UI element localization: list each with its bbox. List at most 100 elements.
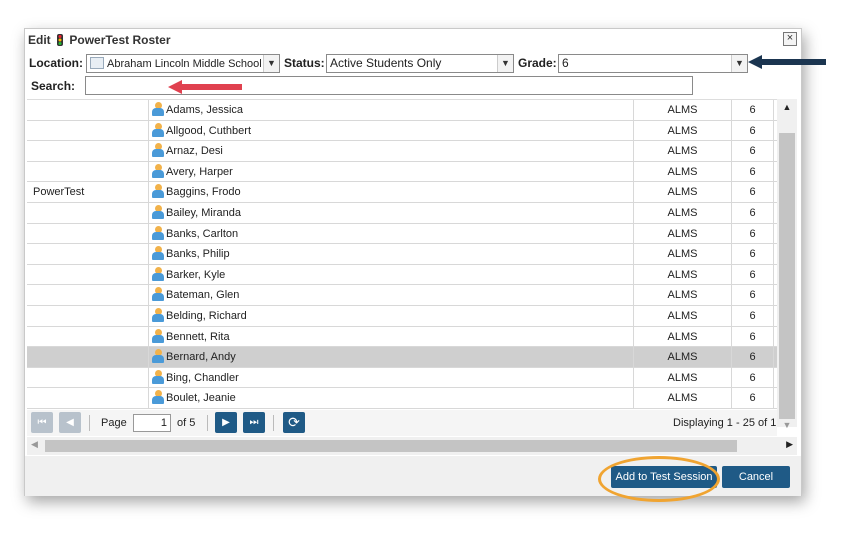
grade-label: Grade:	[518, 56, 557, 70]
school-cell: ALMS	[634, 306, 732, 326]
name-cell: Bateman, Glen	[149, 285, 634, 305]
table-row[interactable]: Barker, Kyle ALMS 6	[27, 264, 777, 286]
highlight-circle-annotation	[598, 456, 720, 502]
last-page-button[interactable]: ⏭	[243, 412, 265, 433]
status-value: Active Students Only	[330, 56, 442, 70]
table-row[interactable]: Boulet, Jeanie ALMS 6	[27, 388, 777, 409]
table-row[interactable]: Banks, Carlton ALMS 6	[27, 223, 777, 245]
close-button[interactable]: ×	[783, 32, 797, 46]
scroll-right-icon[interactable]: ▶	[786, 439, 793, 450]
person-icon	[152, 369, 164, 384]
pager-divider	[273, 415, 274, 431]
title-prefix: Edit	[28, 33, 51, 47]
table-row[interactable]: Avery, Harper ALMS 6	[27, 161, 777, 183]
table-row[interactable]: Banks, Philip ALMS 6	[27, 244, 777, 265]
scroll-up-icon[interactable]: ▲	[777, 99, 797, 115]
school-cell: ALMS	[634, 388, 732, 408]
grade-cell: 6	[732, 244, 774, 264]
school-cell: ALMS	[634, 285, 732, 305]
table-row[interactable]: Belding, Richard ALMS 6	[27, 306, 777, 327]
next-page-button[interactable]: ▶	[215, 412, 237, 433]
table-row[interactable]: Bailey, Miranda ALMS 6	[27, 203, 777, 224]
student-name: Bing, Chandler	[166, 371, 239, 384]
grade-cell: 6	[732, 285, 774, 305]
name-cell: Barker, Kyle	[149, 264, 634, 285]
group-cell	[27, 203, 149, 223]
student-name: Bailey, Miranda	[166, 207, 241, 219]
table-row[interactable]: Adams, Jessica ALMS 6	[27, 100, 777, 121]
school-image-icon	[90, 57, 104, 69]
person-icon	[152, 122, 164, 137]
scroll-thumb[interactable]	[779, 133, 795, 419]
student-name: Adams, Jessica	[166, 104, 244, 116]
group-cell	[27, 347, 149, 367]
school-cell: ALMS	[634, 223, 732, 244]
person-icon	[152, 225, 164, 240]
name-cell: Arnaz, Desi	[149, 141, 634, 161]
chevron-down-icon[interactable]: ▼	[263, 55, 279, 72]
grade-select[interactable]: 6 ▼	[558, 54, 748, 73]
refresh-button[interactable]: ⟳	[283, 412, 305, 433]
table-row[interactable]: Bing, Chandler ALMS 6	[27, 367, 777, 389]
name-cell: Boulet, Jeanie	[149, 388, 634, 408]
name-cell: Banks, Philip	[149, 244, 634, 264]
person-icon	[152, 390, 164, 405]
student-grid: Adams, Jessica ALMS 6 Allgood, Cuthbert ALMS…	[27, 99, 797, 409]
person-icon	[152, 328, 164, 343]
group-cell	[27, 264, 149, 285]
student-name: Arnaz, Desi	[166, 145, 223, 158]
school-cell: ALMS	[634, 100, 732, 120]
search-label: Search:	[31, 79, 76, 93]
grade-cell: 6	[732, 388, 774, 408]
first-page-icon: ⏮	[37, 417, 47, 428]
student-name: Barker, Kyle	[166, 268, 226, 281]
status-label: Status:	[284, 56, 325, 70]
name-cell: Allgood, Cuthbert	[149, 120, 634, 141]
location-value: Abraham Lincoln Middle School [	[107, 58, 268, 70]
person-icon	[152, 349, 164, 364]
pagination-bar: ⏮ ◀ Page 1 of 5 ▶ ⏭ ⟳ Displaying 1 - 25 …	[27, 410, 777, 436]
name-cell: Bernard, Andy	[149, 347, 634, 367]
dialog-title: Edit PowerTest Roster	[28, 33, 171, 47]
cancel-button[interactable]: Cancel	[722, 466, 790, 488]
prev-page-button[interactable]: ◀	[59, 412, 81, 433]
name-cell: Bing, Chandler	[149, 367, 634, 388]
student-name: Bennett, Rita	[166, 330, 230, 343]
table-row[interactable]: Bateman, Glen ALMS 6	[27, 285, 777, 306]
person-icon	[152, 163, 164, 178]
school-cell: ALMS	[634, 264, 732, 285]
grade-cell: 6	[732, 141, 774, 161]
navy-arrow-annotation	[748, 55, 826, 69]
table-row[interactable]: Bernard, Andy ALMS 6	[27, 347, 777, 368]
grade-cell: 6	[732, 367, 774, 388]
person-icon	[152, 102, 164, 116]
student-name: Bateman, Glen	[166, 289, 240, 302]
student-name: Baggins, Frodo	[166, 186, 241, 199]
location-select[interactable]: Abraham Lincoln Middle School [ ▼	[86, 54, 280, 73]
group-cell	[27, 244, 149, 264]
refresh-icon: ⟳	[288, 414, 300, 430]
chevron-down-icon[interactable]: ▼	[497, 55, 513, 72]
horizontal-scrollbar[interactable]: ◀ ▶	[27, 437, 797, 455]
display-count: Displaying 1 - 25 of 1	[673, 417, 777, 429]
table-row[interactable]: Arnaz, Desi ALMS 6	[27, 141, 777, 162]
school-cell: ALMS	[634, 203, 732, 223]
table-row[interactable]: PowerTest Baggins, Frodo ALMS 6	[27, 182, 777, 203]
page-count-label: of 5	[177, 417, 196, 429]
page-number-input[interactable]: 1	[133, 414, 171, 432]
table-row[interactable]: Allgood, Cuthbert ALMS 6	[27, 120, 777, 142]
name-cell: Belding, Richard	[149, 306, 634, 326]
table-row[interactable]: Bennett, Rita ALMS 6	[27, 326, 777, 348]
status-select[interactable]: Active Students Only ▼	[326, 54, 514, 73]
person-icon	[152, 143, 164, 158]
school-cell: ALMS	[634, 161, 732, 182]
chevron-down-icon[interactable]: ▼	[731, 55, 747, 72]
school-cell: ALMS	[634, 141, 732, 161]
scroll-left-icon[interactable]: ◀	[31, 439, 38, 450]
person-icon	[152, 308, 164, 322]
vertical-scrollbar[interactable]: ▲ ▼	[777, 99, 797, 430]
first-page-button[interactable]: ⏮	[31, 412, 53, 433]
school-cell: ALMS	[634, 120, 732, 141]
group-cell	[27, 306, 149, 326]
hscroll-thumb[interactable]	[45, 440, 737, 452]
